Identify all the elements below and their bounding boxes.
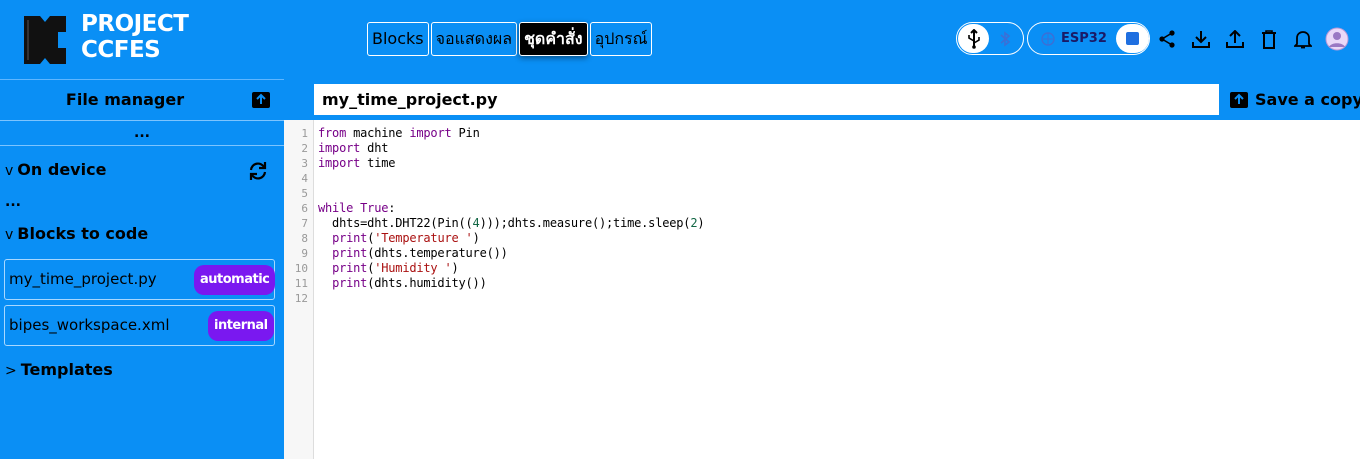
code-line: import dht — [318, 141, 389, 155]
file-item[interactable]: bipes_workspace.xml internal — [4, 305, 275, 346]
chevron-right-icon: > — [5, 363, 17, 379]
line-number: 5 — [301, 187, 308, 200]
stop-icon — [1126, 32, 1139, 45]
logo-icon — [24, 16, 66, 64]
trash-icon — [1262, 29, 1276, 49]
tab-code[interactable]: ชุดคำสั่ง — [519, 22, 588, 56]
bluetooth-icon — [1000, 31, 1011, 47]
share-button[interactable] — [1156, 27, 1178, 51]
line-number: 2 — [301, 142, 308, 155]
tab-devices[interactable]: อุปกรณ์ — [589, 22, 653, 56]
file-item[interactable]: my_time_project.py automatic — [4, 259, 276, 300]
code-line: import time — [318, 156, 396, 170]
line-number: 11 — [294, 277, 308, 290]
brand-line-2: CCFES — [81, 37, 161, 63]
brand-name: PROJECT CCFES — [81, 11, 189, 63]
bell-icon — [1294, 30, 1312, 48]
line-number: 4 — [301, 172, 308, 185]
top-bar: PROJECT CCFES Blocks จอแสดงผล ชุดคำสั่ง … — [0, 0, 1360, 79]
section-templates-label: Templates — [20, 360, 113, 379]
wifi-icon — [1041, 32, 1055, 46]
file-manager-header: File manager — [0, 80, 284, 121]
file-manager-title: File manager — [65, 90, 185, 109]
device-selector[interactable]: ESP32 — [1027, 22, 1150, 55]
line-number: 6 — [301, 202, 308, 215]
upload-icon — [1226, 30, 1244, 48]
stop-button[interactable] — [1116, 24, 1149, 53]
line-number: 8 — [301, 232, 308, 245]
line-number: 3 — [301, 157, 308, 170]
brand-line-1: PROJECT — [81, 11, 189, 37]
code-line: print(dhts.humidity()) — [332, 276, 487, 290]
device-label: ESP32 — [1061, 31, 1107, 46]
line-number: 1 — [301, 127, 308, 140]
current-path[interactable]: ... — [0, 122, 284, 146]
file-name: bipes_workspace.xml — [9, 316, 170, 334]
share-icon — [1159, 30, 1175, 48]
editor-panel: Save a copy 1 2 3 4 5 6 7 8 9 10 11 12 f… — [284, 79, 1360, 459]
filename-input[interactable] — [314, 84, 1219, 115]
save-copy-label: Save a copy — [1255, 90, 1360, 109]
code-line: print(dhts.temperature()) — [332, 246, 508, 260]
filename-bar: Save a copy — [284, 79, 1360, 120]
connection-toggle[interactable] — [956, 22, 1024, 55]
on-device-content: ... — [5, 194, 21, 210]
file-badge: automatic — [194, 265, 276, 295]
code-line: print('Humidity ') — [332, 261, 459, 275]
refresh-icon[interactable] — [247, 160, 269, 182]
bluetooth-button[interactable] — [997, 31, 1013, 47]
code-line: dhts=dht.DHT22(Pin((4)));dhts.measure();… — [318, 216, 705, 230]
save-copy-icon — [1230, 91, 1248, 108]
file-name: my_time_project.py — [9, 270, 157, 288]
delete-button[interactable] — [1258, 27, 1280, 51]
tab-blocks[interactable]: Blocks — [367, 22, 429, 56]
download-icon — [1192, 31, 1210, 48]
usb-button[interactable] — [958, 24, 989, 53]
file-manager-panel: File manager ... v On device ... v Blocks … — [0, 79, 284, 459]
code-line: print('Temperature ') — [332, 231, 480, 245]
section-templates[interactable]: > Templates — [5, 360, 113, 381]
code-line: from machine import Pin — [318, 126, 480, 140]
account-button[interactable] — [1324, 27, 1350, 51]
save-copy-button[interactable]: Save a copy — [1229, 84, 1360, 115]
upload-button[interactable] — [1224, 27, 1246, 51]
upload-file-icon[interactable] — [251, 91, 271, 109]
code-line: while True: — [318, 201, 396, 215]
code-editor[interactable]: 1 2 3 4 5 6 7 8 9 10 11 12 from machine … — [284, 120, 1360, 459]
tab-display[interactable]: จอแสดงผล — [430, 22, 518, 56]
notifications-button[interactable] — [1292, 27, 1314, 51]
user-avatar-icon — [1325, 27, 1349, 51]
section-blocks-to-code[interactable]: v Blocks to code — [5, 224, 148, 245]
download-button[interactable] — [1190, 27, 1212, 51]
chevron-down-icon: v — [5, 227, 14, 243]
section-blocks-to-code-label: Blocks to code — [17, 224, 149, 243]
line-number: 12 — [294, 292, 308, 305]
line-number: 7 — [301, 217, 308, 230]
line-gutter: 1 2 3 4 5 6 7 8 9 10 11 12 — [284, 120, 314, 459]
file-badge: internal — [208, 311, 274, 341]
section-on-device[interactable]: v On device — [5, 160, 106, 181]
view-tabs: Blocks จอแสดงผล ชุดคำสั่ง อุปกรณ์ — [367, 22, 654, 56]
section-on-device-label: On device — [17, 160, 107, 179]
chevron-down-icon: v — [5, 163, 14, 179]
line-number: 9 — [301, 247, 308, 260]
usb-icon — [967, 28, 980, 49]
line-number: 10 — [294, 262, 308, 275]
